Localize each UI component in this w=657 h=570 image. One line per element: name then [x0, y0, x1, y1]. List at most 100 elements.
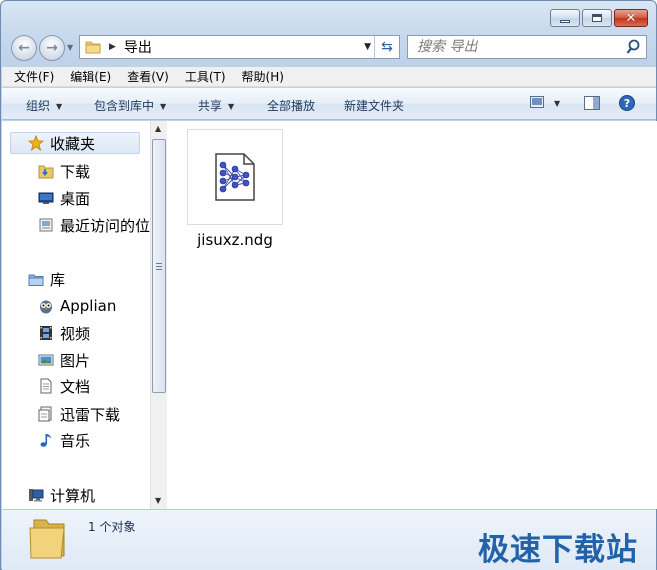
library-icon — [28, 274, 44, 286]
close-button[interactable]: ✕ — [614, 9, 648, 27]
close-icon: ✕ — [625, 10, 637, 26]
help-button[interactable]: ? — [619, 95, 635, 114]
breadcrumb-item[interactable]: 导出 — [124, 37, 152, 57]
forward-button[interactable]: → — [39, 35, 65, 61]
file-item[interactable]: jisuxz.ndg — [187, 129, 283, 249]
computer-icon — [29, 489, 44, 502]
scroll-up-icon[interactable]: ▲ — [155, 124, 161, 133]
tree-computer[interactable]: 计算机 — [28, 484, 95, 506]
explorer-window: ✕ ← → ▼ ▶ 导出 ▼ ⇆ 文件(F) 编辑(E) 查看(V) 工具(T)… — [0, 0, 657, 570]
maximize-icon — [592, 14, 602, 22]
folder-icon — [85, 41, 101, 54]
recent-pages-dropdown[interactable]: ▼ — [67, 43, 73, 52]
watermark-logo: 极速下载站 — [478, 532, 638, 568]
include-in-library-button[interactable]: 包含到库中 ▼ — [94, 97, 166, 114]
folder-icon — [29, 519, 65, 559]
search-box — [407, 35, 647, 59]
address-bar[interactable]: ▶ 导出 ▼ ⇆ — [79, 35, 400, 59]
owl-icon — [40, 300, 52, 314]
tree-item-recent-places[interactable]: 最近访问的位置 — [38, 214, 165, 236]
tree-item-desktop[interactable]: 桌面 — [38, 187, 90, 209]
music-note-icon — [40, 434, 51, 447]
status-text: 1 个对象 — [88, 520, 136, 534]
tree-label: Applian — [60, 297, 117, 315]
refresh-icon: ⇆ — [381, 39, 393, 55]
document-icon — [40, 378, 52, 394]
menu-edit[interactable]: 编辑(E) — [70, 68, 111, 85]
menu-file[interactable]: 文件(F) — [14, 68, 54, 85]
tree-item-thunder-downloads[interactable]: 迅雷下载 — [38, 403, 120, 425]
tree-label: 文档 — [60, 377, 91, 396]
maximize-button[interactable] — [582, 9, 612, 27]
tree-item-music[interactable]: 音乐 — [38, 429, 90, 451]
new-folder-label: 新建文件夹 — [344, 99, 405, 113]
view-icon — [530, 96, 544, 108]
tree-label: 收藏夹 — [50, 134, 96, 153]
video-icon — [40, 326, 52, 340]
tree-label: 桌面 — [60, 189, 91, 208]
menu-help[interactable]: 帮助(H) — [242, 68, 284, 85]
view-options-dropdown[interactable]: ▼ — [554, 99, 560, 108]
minimize-icon — [560, 19, 570, 23]
new-folder-button[interactable]: 新建文件夹 — [344, 97, 404, 114]
grip-icon — [156, 263, 162, 270]
tree-label: 迅雷下载 — [60, 405, 121, 424]
preview-pane-icon — [584, 96, 600, 110]
downloads-folder-icon — [38, 165, 54, 179]
scroll-down-icon[interactable]: ▼ — [155, 496, 161, 505]
file-thumbnail — [187, 129, 283, 225]
refresh-button[interactable]: ⇆ — [374, 36, 399, 58]
menu-tools[interactable]: 工具(T) — [185, 68, 226, 85]
document-icon — [38, 406, 52, 422]
file-list: jisuxz.ndg — [167, 121, 657, 509]
arrow-right-icon: → — [46, 40, 58, 56]
network-graph-file-icon — [215, 153, 255, 201]
caption-buttons: ✕ — [550, 9, 648, 27]
tree-favorites[interactable]: 收藏夹 — [10, 132, 140, 154]
tree-label: 计算机 — [50, 486, 96, 505]
file-name: jisuxz.ndg — [197, 231, 273, 249]
star-icon — [28, 135, 44, 151]
search-input[interactable] — [417, 37, 627, 57]
desktop-icon — [38, 192, 54, 204]
organize-button[interactable]: 组织 ▼ — [26, 97, 62, 114]
tree-item-applian[interactable]: Applian — [38, 295, 116, 317]
tree-libraries[interactable]: 库 — [28, 268, 65, 290]
tree-item-downloads[interactable]: 下载 — [38, 160, 90, 182]
arrow-left-icon: ← — [18, 40, 30, 56]
help-icon: ? — [619, 95, 635, 111]
tree-label: 库 — [50, 270, 66, 289]
address-dropdown-icon[interactable]: ▼ — [364, 42, 371, 52]
tree-label: 音乐 — [60, 431, 91, 450]
tree-item-pictures[interactable]: 图片 — [38, 349, 90, 371]
svg-text:?: ? — [624, 97, 630, 110]
menu-bar: 文件(F) 编辑(E) 查看(V) 工具(T) 帮助(H) — [2, 67, 656, 87]
play-all-label: 全部播放 — [267, 99, 316, 113]
breadcrumb-separator[interactable]: ▶ — [109, 42, 116, 52]
tree-item-videos[interactable]: 视频 — [38, 322, 90, 344]
change-view-button[interactable] — [530, 96, 544, 111]
organize-label: 组织 — [26, 99, 51, 113]
play-all-button[interactable]: 全部播放 — [267, 97, 315, 114]
preview-pane-button[interactable] — [584, 96, 600, 113]
include-in-library-label: 包含到库中 — [94, 99, 155, 113]
command-bar: 组织 ▼ 包含到库中 ▼ 共享 ▼ 全部播放 新建文件夹 ▼ ? — [2, 88, 656, 120]
share-button[interactable]: 共享 ▼ — [198, 97, 234, 114]
navigation-pane: 收藏夹 下载 桌面 最近访问的位置 库 Applian 视频 图片 文档 迅雷下… — [2, 121, 166, 509]
minimize-button[interactable] — [550, 9, 580, 27]
pictures-icon — [38, 354, 54, 366]
share-label: 共享 — [198, 99, 223, 113]
tree-item-documents[interactable]: 文档 — [38, 375, 90, 397]
chevron-down-icon: ▼ — [160, 102, 167, 111]
scrollbar-thumb[interactable] — [152, 139, 166, 393]
navigation-scrollbar[interactable]: ▲ ▼ — [150, 121, 167, 509]
tree-label: 下载 — [60, 162, 91, 181]
search-icon[interactable] — [626, 39, 640, 55]
tree-label: 视频 — [60, 324, 91, 343]
chevron-down-icon: ▼ — [56, 102, 63, 111]
chevron-down-icon: ▼ — [228, 102, 235, 111]
recent-places-icon — [39, 218, 53, 232]
back-button[interactable]: ← — [11, 35, 37, 61]
menu-view[interactable]: 查看(V) — [127, 68, 169, 85]
tree-label: 图片 — [60, 351, 91, 370]
